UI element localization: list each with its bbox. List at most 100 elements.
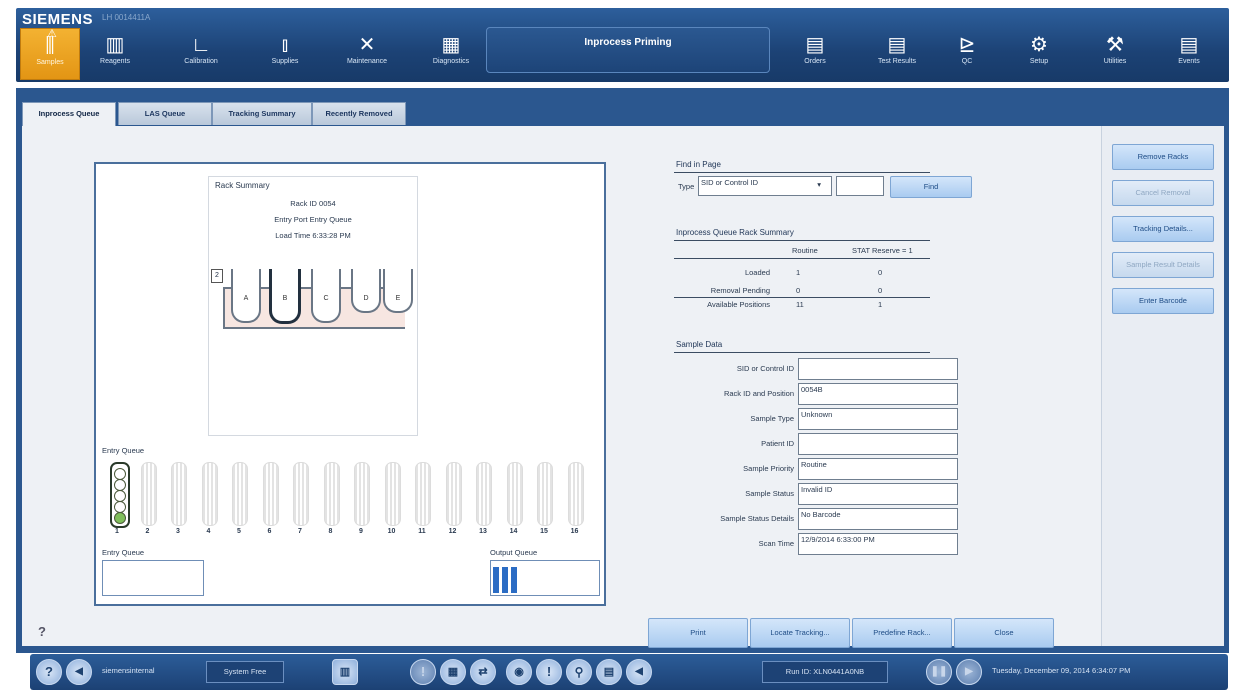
entry-queue-slot[interactable] <box>293 462 309 526</box>
entry-queue-slot[interactable] <box>384 462 401 526</box>
find-button[interactable]: Find <box>890 176 972 198</box>
nav-diagnostics-button[interactable]: ▦ Diagnostics <box>422 28 480 78</box>
alert-icon[interactable]: ! <box>410 659 436 685</box>
date-time: Tuesday, December 09, 2014 6:34:07 PM <box>992 666 1131 675</box>
print-button[interactable]: Print <box>648 618 748 648</box>
find-search-input[interactable] <box>836 176 884 196</box>
nav-samples-button[interactable]: ⚠ ⫼ Samples <box>20 28 80 80</box>
entry-queue-slot[interactable] <box>323 462 340 526</box>
rack-id-label: Rack ID 0054 <box>290 199 336 208</box>
slot-number: 7 <box>298 528 302 535</box>
nav-test-results-button[interactable]: ▤ Test Results <box>868 28 926 78</box>
remove-racks-button[interactable]: Remove Racks <box>1112 144 1214 170</box>
network-error-icon[interactable]: ▦ <box>440 659 466 685</box>
summary-row-stat: 0 <box>878 286 883 295</box>
page-title: Inprocess Priming <box>486 27 770 73</box>
rack-summary-panel: Rack Summary Rack ID 0054 Entry Port Ent… <box>208 176 418 436</box>
warning-icon: ⚠ <box>47 28 57 40</box>
tab-recently-removed[interactable]: Recently Removed <box>312 102 406 125</box>
slot-number: 8 <box>328 528 333 535</box>
tab-inprocess-queue[interactable]: Inprocess Queue <box>22 102 116 127</box>
entry-queue-slot[interactable] <box>537 462 553 526</box>
user-label: siemensinternal <box>102 666 155 675</box>
slot-number: 1 <box>115 528 119 535</box>
slot-number: 4 <box>206 528 211 535</box>
connection-icon[interactable]: ⇄ <box>470 659 496 685</box>
pause-icon[interactable]: ❚❚ <box>926 659 952 685</box>
entry-queue-slot[interactable] <box>415 462 431 526</box>
warning-icon[interactable]: ! <box>536 659 562 685</box>
close-button[interactable]: Close <box>954 618 1054 648</box>
nav-reagents-button[interactable]: ▥ Reagents <box>86 28 144 78</box>
orders-icon: ▤ <box>805 34 825 56</box>
entry-queue-slot[interactable] <box>476 462 492 526</box>
nav-qc-button[interactable]: ⊵ QC <box>938 28 996 78</box>
find-type-select[interactable]: SID or Control ID ▾ <box>698 176 832 196</box>
events-icon: ▤ <box>1179 34 1199 56</box>
rack-position-d[interactable]: D <box>351 269 381 313</box>
help-icon[interactable]: ? <box>38 624 46 639</box>
play-icon[interactable]: ▶ <box>956 659 982 685</box>
diagnostics-icon: ▦ <box>441 34 461 56</box>
entry-queue-slot[interactable] <box>171 462 187 526</box>
top-navigation-bar: SIEMENS LH 0014411A ⚠ ⫼ Samples ▥ Reagen… <box>16 8 1229 82</box>
nav-setup-label: Setup <box>1029 58 1049 65</box>
entry-queue-slot[interactable] <box>110 462 130 528</box>
slot-number: 6 <box>267 528 272 535</box>
sample-data-title: Sample Data <box>676 340 723 349</box>
entry-queue-slot[interactable] <box>354 462 370 526</box>
predefine-rack-button[interactable]: Predefine Rack... <box>852 618 952 648</box>
entry-queue-slot[interactable] <box>506 462 523 526</box>
output-queue-box[interactable] <box>490 560 600 596</box>
search-icon[interactable]: ⚲ <box>566 659 592 685</box>
position-c-label: C <box>323 295 329 302</box>
printer-icon[interactable]: ▥ <box>332 659 358 685</box>
setup-icon: ⚙ <box>1030 34 1048 56</box>
divider <box>674 258 930 259</box>
sample-position-indicator <box>114 512 126 524</box>
entry-queue-slot[interactable] <box>140 462 157 526</box>
load-time-label: Load Time 6:33:28 PM <box>275 231 351 240</box>
nav-events-label: Events <box>1178 58 1200 65</box>
enter-barcode-button[interactable]: Enter Barcode <box>1112 288 1214 314</box>
entry-queue-slot[interactable] <box>262 462 279 526</box>
sample-field-value <box>798 433 958 455</box>
nav-supplies-button[interactable]: ⫾ Supplies <box>256 28 314 78</box>
nav-orders-label: Orders <box>804 58 826 65</box>
cancel-removal-button[interactable]: Cancel Removal <box>1112 180 1214 206</box>
sample-field-value: No Barcode <box>798 508 958 530</box>
rack-position-e[interactable]: E <box>383 269 413 313</box>
nav-qc-label: QC <box>961 58 973 65</box>
nav-utilities-button[interactable]: ⚒ Utilities <box>1086 28 1144 78</box>
tab-las-queue[interactable]: LAS Queue <box>118 102 212 125</box>
entry-queue-slot[interactable] <box>445 462 462 526</box>
entry-queue-slot[interactable] <box>201 462 218 526</box>
summary-row-label: Loaded <box>744 268 770 277</box>
system-id: LH 0014411A <box>102 13 151 22</box>
tab-tracking-summary[interactable]: Tracking Summary <box>212 102 312 125</box>
rack-area: Rack Summary Rack ID 0054 Entry Port Ent… <box>94 162 606 606</box>
rack-position-c[interactable]: C <box>311 269 341 323</box>
calendar-icon[interactable]: ▤ <box>596 659 622 685</box>
entry-queue-box[interactable] <box>102 560 204 596</box>
divider <box>674 240 930 241</box>
sample-field-value: 12/9/2014 6:33:00 PM <box>798 533 958 555</box>
sound-icon[interactable]: ◀ <box>626 659 652 685</box>
sample-result-details-button[interactable]: Sample Result Details <box>1112 252 1214 278</box>
nav-setup-button[interactable]: ⚙ Setup <box>1010 28 1068 78</box>
monitor-icon[interactable]: ◉ <box>506 659 532 685</box>
sample-data-fields: SID or Control ID Rack ID and Position 005… <box>674 354 958 564</box>
tracking-details-button[interactable]: Tracking Details... <box>1112 216 1214 242</box>
volume-icon[interactable]: ◀ <box>66 659 92 685</box>
rack-position-b[interactable]: B <box>269 269 301 324</box>
entry-queue-slot[interactable] <box>567 462 584 526</box>
locate-tracking-button[interactable]: Locate Tracking... <box>750 618 850 648</box>
calibration-icon: ∟ <box>191 34 211 56</box>
rack-position-a[interactable]: A <box>231 269 261 323</box>
entry-queue-slot[interactable] <box>232 462 248 526</box>
help-icon[interactable]: ? <box>36 659 62 685</box>
nav-events-button[interactable]: ▤ Events <box>1160 28 1218 78</box>
nav-calibration-button[interactable]: ∟ Calibration <box>172 28 230 78</box>
nav-orders-button[interactable]: ▤ Orders <box>786 28 844 78</box>
nav-maintenance-button[interactable]: ✕ Maintenance <box>338 28 396 78</box>
